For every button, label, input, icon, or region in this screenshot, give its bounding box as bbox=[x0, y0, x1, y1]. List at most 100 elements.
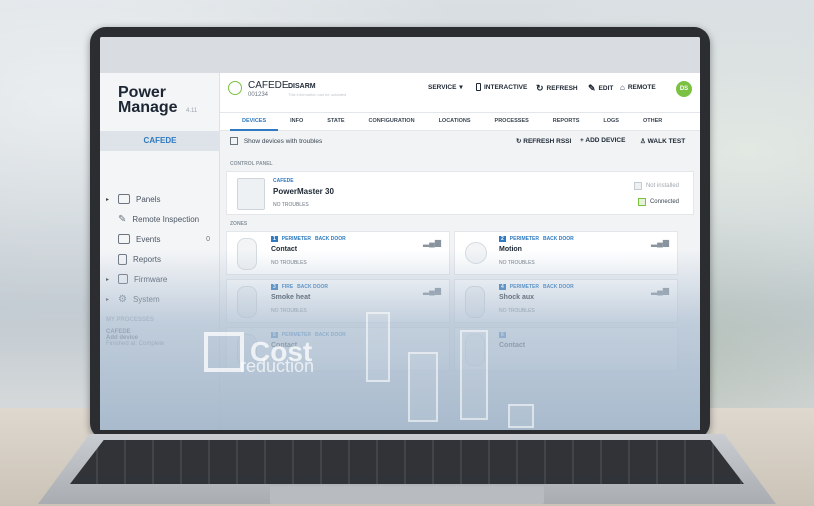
zone-type: PERIMETER bbox=[281, 236, 311, 242]
checkbox[interactable] bbox=[230, 137, 238, 145]
inspection-icon: ✎ bbox=[118, 213, 127, 225]
sidebar-item-system[interactable]: ▸ ⚙ System bbox=[106, 291, 218, 307]
status-square-icon bbox=[633, 182, 642, 190]
down-arrow-bar bbox=[408, 352, 438, 422]
control-panel-status: NO TROUBLES bbox=[273, 202, 309, 208]
panel-tabs: DEVICES INFO STATE CONFIGURATION LOCATIO… bbox=[220, 113, 700, 131]
browser-top-bar bbox=[100, 37, 700, 73]
tab-processes[interactable]: PROCESSES bbox=[483, 113, 541, 131]
sidebar-item-events[interactable]: Events 0 bbox=[106, 231, 218, 247]
reports-icon bbox=[118, 253, 127, 265]
signal-icon: ▂▄▆ bbox=[651, 238, 669, 247]
control-panel-card[interactable]: CAFEDE PowerMaster 30 NO TROUBLES Not in… bbox=[226, 171, 694, 215]
zone-card[interactable]: 2 PERIMETER BACK DOOR Motion NO TROUBLES ▂… bbox=[454, 231, 678, 275]
edit-button[interactable]: ✎ EDIT bbox=[588, 83, 613, 94]
zone-card[interactable]: 3 FIRE BACK DOOR Smoke heat NO TROUBLES ▂▄… bbox=[226, 279, 450, 323]
processes-title: MY PROCESSES bbox=[106, 317, 154, 323]
panel-id: 001234 bbox=[248, 92, 269, 98]
devices-toolbar: Show devices with troubles ↻ REFRESH RSS… bbox=[230, 137, 694, 151]
panel-name: CAFEDE bbox=[248, 80, 289, 91]
sidebar-item-panels[interactable]: ▸ Panels bbox=[106, 191, 218, 207]
sidebar: Power Manage 4.11 CAFEDE ▸ Panels ✎ Remo… bbox=[100, 73, 220, 430]
control-panel-name: PowerMaster 30 bbox=[273, 187, 334, 196]
not-installed-indicator: Not installed bbox=[633, 182, 679, 190]
zone-name: Shock aux bbox=[499, 294, 535, 301]
overlay-reduction-text: reduction bbox=[240, 356, 315, 376]
tab-configuration[interactable]: CONFIGURATION bbox=[357, 113, 427, 131]
zone-location: BACK DOOR bbox=[314, 332, 346, 338]
zone-number: 3 bbox=[271, 284, 278, 290]
tab-logs[interactable]: LOGS bbox=[591, 113, 631, 131]
zone-tag: 2 PERIMETER BACK DOOR bbox=[499, 236, 574, 242]
not-installed-label: Not installed bbox=[645, 183, 679, 189]
remote-label: REMOTE bbox=[627, 84, 656, 91]
service-button[interactable]: SERVICE ▾ bbox=[428, 83, 463, 92]
sidebar-item-remote-inspection[interactable]: ✎ Remote Inspection bbox=[106, 211, 218, 227]
refresh-icon: ↻ bbox=[536, 83, 544, 93]
zone-location: BACK DOOR bbox=[314, 236, 346, 242]
zone-card[interactable]: 4 PERIMETER BACK DOOR Shock aux NO TROUBLE… bbox=[454, 279, 678, 323]
zone-number: 2 bbox=[499, 236, 506, 242]
panel-icon bbox=[118, 194, 130, 204]
signal-icon: ▂▄▆ bbox=[651, 286, 669, 295]
firmware-icon bbox=[118, 274, 128, 284]
status-square-icon bbox=[637, 198, 646, 206]
connected-label: Connected bbox=[649, 199, 679, 205]
laptop-screen: Power Manage 4.11 CAFEDE ▸ Panels ✎ Remo… bbox=[100, 37, 700, 430]
down-arrow-bar bbox=[508, 404, 534, 428]
sidebar-selected-panel[interactable]: CAFEDE bbox=[100, 131, 220, 151]
sidebar-item-reports[interactable]: Reports bbox=[106, 251, 218, 267]
tab-other[interactable]: OTHER bbox=[631, 113, 674, 131]
zone-status: NO TROUBLES bbox=[499, 260, 535, 266]
sensor-image bbox=[465, 286, 485, 318]
sidebar-item-label: Firmware bbox=[134, 274, 168, 284]
down-arrow-bar bbox=[366, 312, 390, 382]
walk-test-button[interactable]: ♙ WALK TEST bbox=[640, 137, 685, 145]
tab-devices[interactable]: DEVICES bbox=[230, 113, 279, 131]
show-troubles-toggle[interactable]: Show devices with troubles bbox=[230, 137, 322, 145]
app-logo: Power Manage 4.11 bbox=[118, 85, 219, 119]
zone-number: 1 bbox=[271, 236, 278, 242]
events-count: 0 bbox=[206, 235, 210, 243]
chevron-right-icon: ▸ bbox=[106, 276, 110, 283]
zone-status: NO TROUBLES bbox=[271, 308, 307, 314]
zone-name: Smoke heat bbox=[271, 294, 311, 301]
add-device-label: ADD DEVICE bbox=[585, 137, 626, 144]
zone-location: BACK DOOR bbox=[542, 284, 574, 290]
events-icon bbox=[118, 234, 130, 244]
zone-status: NO TROUBLES bbox=[271, 260, 307, 266]
user-avatar[interactable]: DS bbox=[676, 81, 692, 97]
refresh-rssi-button[interactable]: ↻ REFRESH RSSI bbox=[516, 137, 571, 145]
zone-card[interactable]: 1 PERIMETER BACK DOOR Contact NO TROUBLES … bbox=[226, 231, 450, 275]
tab-reports[interactable]: REPORTS bbox=[541, 113, 592, 131]
refresh-button[interactable]: ↻ REFRESH bbox=[536, 83, 578, 94]
refresh-label: REFRESH bbox=[546, 85, 578, 92]
my-processes: MY PROCESSES CAFEDE Add device Finished … bbox=[106, 317, 216, 347]
control-panel-section-title: CONTROL PANEL bbox=[230, 161, 273, 167]
keyboard bbox=[70, 440, 744, 484]
chevron-right-icon: ▸ bbox=[106, 296, 110, 303]
tab-locations[interactable]: LOCATIONS bbox=[427, 113, 483, 131]
tab-info[interactable]: INFO bbox=[278, 113, 315, 131]
add-device-button[interactable]: + ADD DEVICE bbox=[580, 137, 625, 144]
signal-icon: ▂▄▆ bbox=[423, 286, 441, 295]
zone-status: NO TROUBLES bbox=[499, 308, 535, 314]
connected-indicator: Connected bbox=[637, 198, 679, 206]
trackpad bbox=[270, 486, 544, 504]
interactive-button[interactable]: INTERACTIVE bbox=[476, 83, 527, 91]
refresh-rssi-label: REFRESH RSSI bbox=[523, 138, 572, 145]
zone-name: Contact bbox=[499, 342, 526, 349]
sensor-image bbox=[237, 238, 257, 270]
interactive-label: INTERACTIVE bbox=[484, 83, 528, 91]
zone-type: PERIMETER bbox=[509, 284, 539, 290]
walk-test-label: WALK TEST bbox=[647, 138, 686, 145]
gear-icon: ⚙ bbox=[118, 293, 127, 305]
sidebar-item-label: Remote Inspection bbox=[132, 214, 200, 224]
panel-state-note: This information can be outdated bbox=[288, 92, 347, 97]
remote-button[interactable]: ⌂ REMOTE bbox=[620, 83, 656, 92]
tab-state[interactable]: STATE bbox=[315, 113, 356, 131]
sensor-image bbox=[465, 242, 487, 264]
sidebar-item-label: Events bbox=[136, 234, 161, 244]
checkmark-icon bbox=[204, 332, 244, 372]
sidebar-item-firmware[interactable]: ▸ Firmware bbox=[106, 271, 218, 287]
